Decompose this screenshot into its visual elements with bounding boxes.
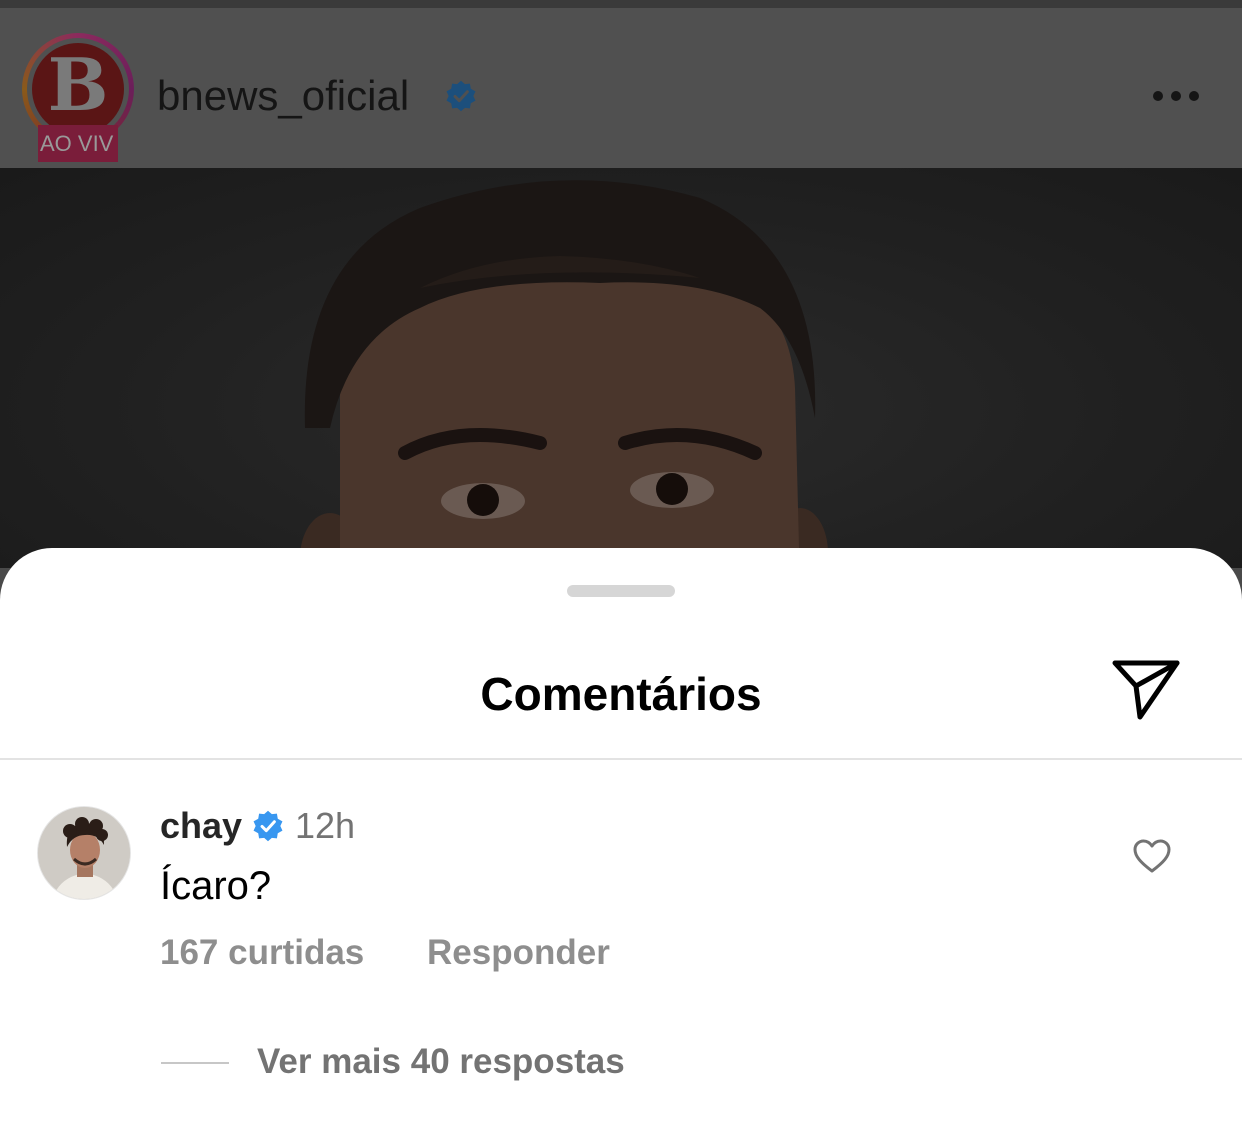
portrait-image — [300, 180, 828, 568]
header-divider — [0, 758, 1242, 760]
more-dots-icon[interactable] — [1150, 88, 1202, 104]
verified-badge-icon — [446, 80, 476, 112]
heart-outline-icon[interactable] — [1132, 838, 1172, 874]
account-name[interactable]: bnews_oficial — [157, 72, 409, 120]
sheet-title: Comentários — [480, 668, 762, 720]
replies-divider-line — [161, 1062, 229, 1064]
likes-count[interactable]: 167 curtidas — [160, 932, 364, 974]
commenter-avatar[interactable] — [37, 806, 131, 900]
logo-letter: B — [47, 43, 109, 127]
view-more-replies-button[interactable]: Ver mais 40 respostas — [257, 1041, 625, 1083]
comment-timestamp: 12h — [295, 805, 356, 846]
live-badge: AO VIV — [38, 125, 118, 162]
reply-button[interactable]: Responder — [427, 932, 610, 974]
bnews-logo: B — [32, 43, 124, 135]
avatar-photo — [38, 807, 130, 899]
sheet-grabber[interactable] — [567, 585, 675, 597]
comment-username[interactable]: chay — [160, 804, 242, 848]
post-photo — [0, 168, 1242, 568]
top-divider — [0, 0, 1242, 8]
post-header: B AO VIV bnews_oficial — [0, 8, 1242, 168]
verified-badge-icon — [253, 810, 283, 842]
comment-text: Ícaro? — [160, 864, 272, 908]
comments-sheet: Comentários chay 12h Ícaro? 167 curtidas… — [0, 548, 1242, 1143]
paper-plane-icon[interactable] — [1110, 658, 1182, 724]
